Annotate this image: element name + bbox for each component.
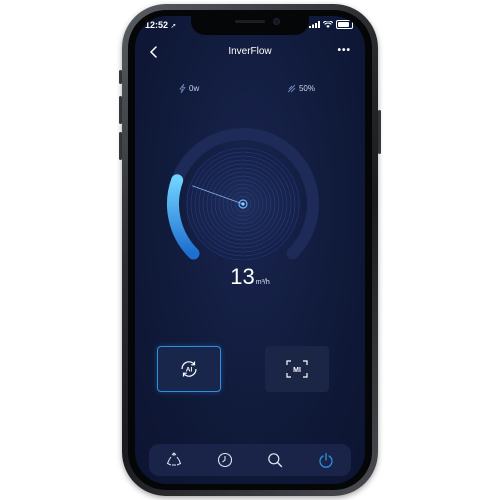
power-side-button [378,110,381,154]
tab-schedule[interactable] [210,448,240,472]
clock-icon [217,452,232,468]
recycle-icon [167,452,182,466]
power-icon [319,452,333,468]
ai-mode-label: AI [186,367,193,374]
tab-recycle[interactable] [159,448,189,472]
flow-readout: 13m³/h [135,264,365,290]
gauge-center-dot [241,202,245,206]
flow-value: 13 [230,264,255,289]
bottom-nav-bar [149,444,351,476]
mi-mode-label: MI [293,367,301,374]
flow-unit: m³/h [255,279,270,286]
app-screen: 12:52 ➚ InverFlow ••• 0w 50% 13m³/h AI M… [135,16,365,484]
tab-search[interactable] [260,448,290,472]
ai-mode-button[interactable]: AI [157,346,221,392]
mi-frame-icon: MI [286,360,308,378]
search-icon [268,453,283,468]
ai-cycle-icon: AI [181,361,197,377]
mi-mode-button[interactable]: MI [265,346,329,392]
tab-power[interactable] [311,448,341,472]
